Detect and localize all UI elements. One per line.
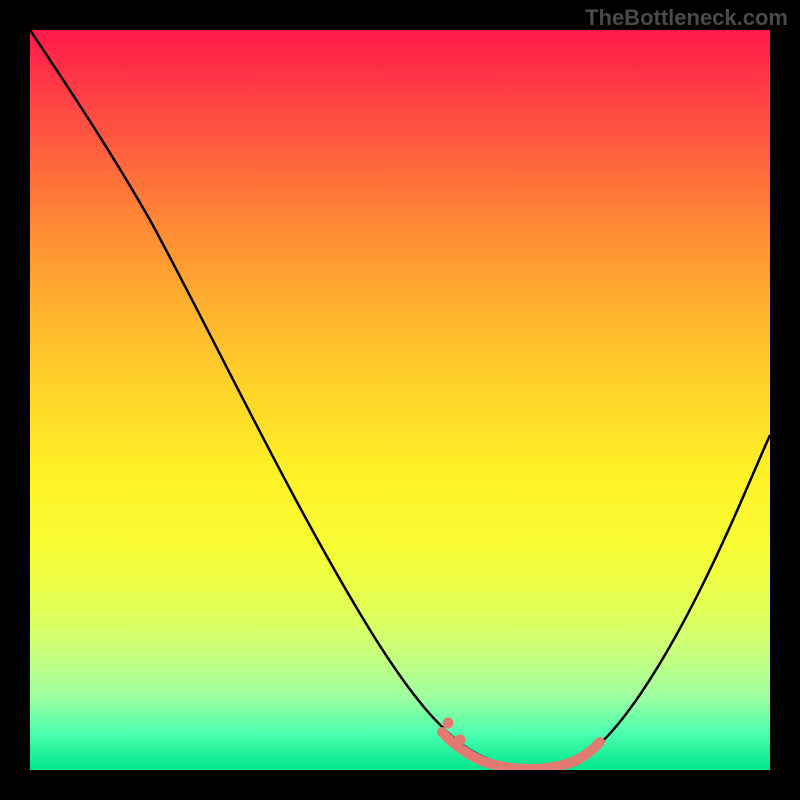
plot-area [30,30,770,770]
gradient-background [30,30,770,770]
watermark-text: TheBottleneck.com [585,5,788,31]
